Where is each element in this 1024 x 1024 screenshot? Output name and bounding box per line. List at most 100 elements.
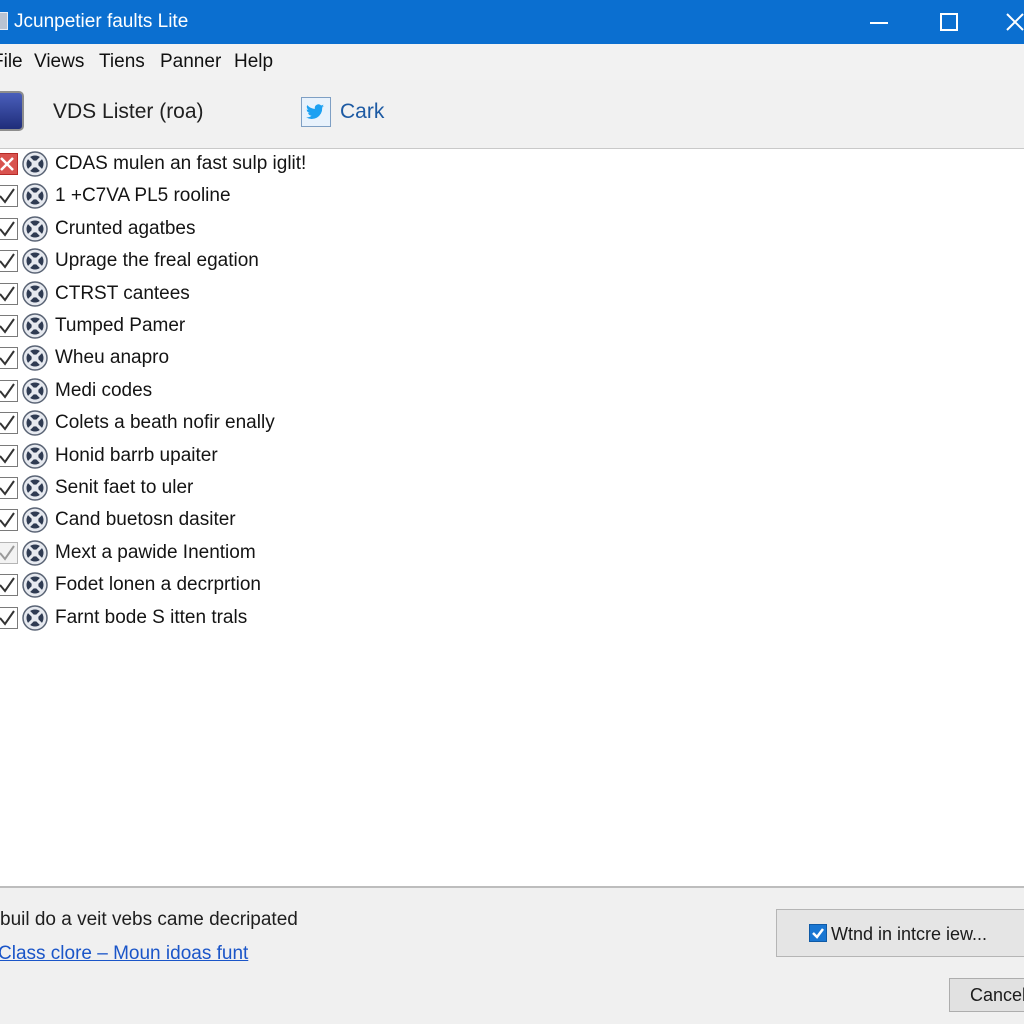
checkmark-icon — [0, 610, 15, 626]
list-item-label: Medi codes — [55, 379, 153, 401]
checkmark-icon — [0, 545, 15, 561]
list-item[interactable]: Medi codes — [0, 377, 1024, 409]
title-bar: Jcunpetier faults Lite — [0, 0, 1024, 44]
item-checkbox[interactable] — [0, 185, 18, 208]
footer-link[interactable]: Class clore – Moun idoas funt — [0, 943, 248, 965]
menu-help[interactable]: Help — [234, 51, 273, 73]
item-checkbox[interactable] — [0, 379, 18, 402]
item-checkbox[interactable] — [0, 282, 18, 305]
gear-icon — [22, 604, 48, 631]
list-item[interactable]: CTRST cantees — [0, 280, 1024, 312]
checkmark-icon — [0, 318, 15, 334]
option-box[interactable]: Wtnd in intcre iew... — [776, 909, 1024, 957]
list-item[interactable]: Farnt bode S itten trals — [0, 604, 1024, 636]
item-checkbox[interactable] — [0, 315, 18, 337]
menu-file[interactable]: File — [0, 51, 23, 73]
checkmark-icon — [0, 350, 15, 367]
option-label: Wtnd in intcre iew... — [831, 924, 988, 944]
error-x-icon — [0, 157, 14, 171]
gear-icon — [22, 183, 48, 210]
list-item-label: Tumped Pamer — [55, 315, 186, 336]
list-item[interactable]: CDAS mulen an fast sulp iglit! — [0, 150, 1024, 182]
item-checkbox[interactable] — [0, 541, 18, 564]
list-item-label: Honid barrb upaiter — [55, 444, 218, 466]
item-checkbox[interactable] — [0, 153, 18, 175]
cark-link[interactable]: Cark — [340, 100, 384, 124]
fault-list: CDAS mulen an fast sulp iglit! 1 +C7VA PL… — [0, 150, 1024, 886]
gear-icon — [22, 151, 48, 177]
item-checkbox[interactable] — [0, 509, 18, 532]
gear-icon — [22, 410, 48, 436]
menu-bar: File Views Tiens Panner Help — [0, 44, 1024, 80]
list-item-label: Senit faet to uler — [55, 477, 194, 498]
app-book-icon — [0, 91, 24, 131]
maximize-icon — [940, 13, 958, 31]
checkmark-icon — [0, 253, 15, 269]
list-item[interactable]: Fodet lonen a decrprtion — [0, 571, 1024, 603]
list-item[interactable]: Cand buetosn dasiter — [0, 506, 1024, 538]
item-checkbox[interactable] — [0, 347, 18, 370]
checkmark-icon — [0, 383, 15, 399]
option-checkbox[interactable] — [809, 924, 827, 942]
maximize-button[interactable] — [914, 0, 984, 44]
menu-views[interactable]: Views — [34, 51, 84, 73]
gear-icon — [22, 572, 48, 598]
gear-icon — [22, 248, 48, 274]
minimize-icon — [870, 22, 888, 24]
close-button[interactable] — [980, 0, 1024, 44]
close-icon — [1006, 13, 1024, 31]
checkmark-icon — [0, 188, 15, 205]
window-title: Jcunpetier faults Lite — [14, 11, 189, 32]
checkmark-icon — [0, 480, 15, 496]
checkmark-icon — [0, 577, 15, 593]
list-item-label: CDAS mulen an fast sulp iglit! — [55, 153, 307, 174]
checkmark-icon — [812, 928, 824, 939]
checkmark-icon — [0, 415, 15, 431]
list-item[interactable]: Tumped Pamer — [0, 312, 1024, 344]
menu-panner[interactable]: Panner — [160, 51, 221, 73]
checkmark-icon — [0, 448, 15, 464]
item-checkbox[interactable] — [0, 477, 18, 499]
list-item-label: Fodet lonen a decrprtion — [55, 574, 261, 596]
gear-icon — [22, 280, 48, 307]
twitter-bird-icon[interactable] — [301, 97, 331, 127]
item-checkbox[interactable] — [0, 412, 18, 435]
list-item-label: CTRST cantees — [55, 282, 190, 304]
cancel-button[interactable]: Cancel — [949, 978, 1024, 1012]
list-item-label: Wheu anapro — [55, 347, 170, 369]
checkmark-icon — [0, 286, 15, 302]
item-checkbox[interactable] — [0, 217, 18, 240]
list-item-label: Farnt bode S itten trals — [55, 606, 248, 628]
list-item[interactable]: Crunted agatbes — [0, 215, 1024, 247]
checkmark-icon — [0, 221, 15, 237]
list-item[interactable]: 1 +C7VA PL5 rooline — [0, 182, 1024, 214]
gear-icon — [22, 507, 48, 534]
menu-tiens[interactable]: Tiens — [99, 51, 145, 73]
gear-icon — [22, 216, 48, 242]
footer-panel: buil do a veit vebs came decripated Clas… — [0, 888, 1024, 1024]
list-item-label: Mext a pawide Inentiom — [55, 541, 256, 563]
app-icon — [0, 12, 8, 30]
list-item[interactable]: Mext a pawide Inentiom — [0, 539, 1024, 571]
gear-icon — [22, 540, 48, 566]
list-item[interactable]: Wheu anapro — [0, 344, 1024, 376]
list-item[interactable]: Senit faet to uler — [0, 474, 1024, 506]
item-checkbox[interactable] — [0, 574, 18, 597]
item-checkbox[interactable] — [0, 444, 18, 467]
toolbar-title: VDS Lister (roa) — [53, 100, 204, 123]
footer-description: buil do a veit vebs came decripated — [0, 909, 298, 930]
cancel-label: Cancel — [970, 985, 1024, 1005]
minimize-button[interactable] — [844, 0, 914, 44]
list-item[interactable]: Uprage the freal egation — [0, 247, 1024, 279]
item-checkbox[interactable] — [0, 250, 18, 273]
list-item[interactable]: Colets a beath nofir enally — [0, 409, 1024, 441]
checkmark-icon — [0, 512, 15, 529]
item-checkbox[interactable] — [0, 606, 18, 629]
list-item[interactable]: Honid barrb upaiter — [0, 442, 1024, 474]
list-item-label: 1 +C7VA PL5 rooline — [55, 185, 231, 207]
list-item-label: Colets a beath nofir enally — [55, 412, 275, 434]
gear-icon — [22, 345, 48, 372]
toolbar: VDS Lister (roa) Cark — [0, 80, 1024, 149]
gear-icon — [22, 475, 48, 501]
list-item-label: Uprage the freal egation — [55, 250, 259, 272]
